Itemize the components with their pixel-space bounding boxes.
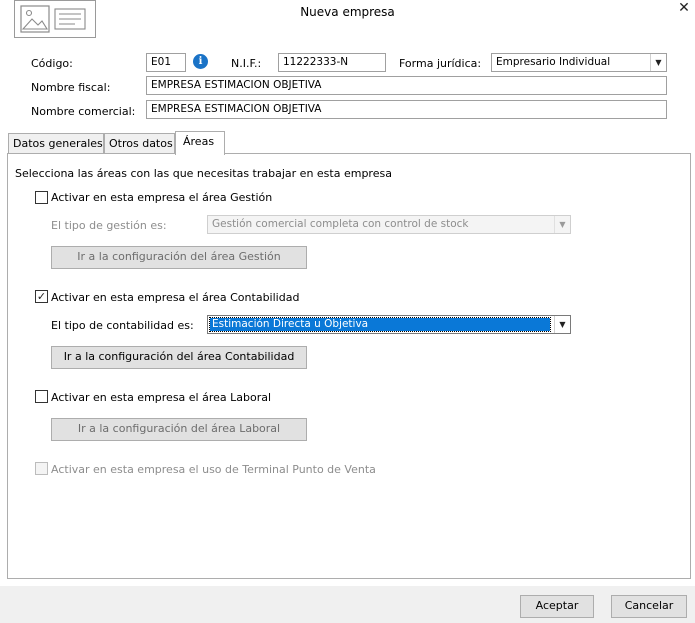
codigo-label: Código: [31,57,73,70]
tipo-contabilidad-select[interactable]: Estimación Directa u Objetiva ▼ [207,315,571,334]
laboral-checkbox-label[interactable]: Activar en esta empresa el área Laboral [51,391,271,404]
tipo-contabilidad-value: Estimación Directa u Objetiva [209,317,551,332]
laboral-checkbox[interactable] [35,390,48,403]
cancel-button[interactable]: Cancelar [611,595,687,618]
forma-juridica-value: Empresario Individual [496,56,611,68]
nombre-fiscal-field[interactable]: EMPRESA ESTIMACION OBJETIVA [146,76,667,95]
config-contabilidad-button[interactable]: Ir a la configuración del área Contabili… [51,346,307,369]
codigo-field[interactable]: E01 [146,53,186,72]
gestion-checkbox-label[interactable]: Activar en esta empresa el área Gestión [51,191,272,204]
nombre-fiscal-label: Nombre fiscal: [31,81,111,94]
tipo-gestion-label: El tipo de gestión es: [51,219,167,232]
chevron-down-icon[interactable]: ▼ [554,316,570,333]
nombre-comercial-field[interactable]: EMPRESA ESTIMACION OBJETIVA [146,100,667,119]
tpv-checkbox[interactable] [35,462,48,475]
tab-otros-datos[interactable]: Otros datos [104,133,175,154]
info-icon[interactable]: i [193,54,208,69]
forma-juridica-label: Forma jurídica: [399,57,482,70]
tab-areas[interactable]: Áreas [175,131,225,155]
tipo-contabilidad-label: El tipo de contabilidad es: [51,319,194,332]
accept-button[interactable]: Aceptar [520,595,594,618]
nombre-comercial-label: Nombre comercial: [31,105,136,118]
config-gestion-button[interactable]: Ir a la configuración del área Gestión [51,246,307,269]
window-title: Nueva empresa [300,5,395,19]
chevron-down-icon[interactable]: ▼ [650,54,666,71]
chevron-down-icon[interactable]: ▼ [554,216,570,233]
nif-field[interactable]: 11222333-N [278,53,386,72]
config-laboral-button[interactable]: Ir a la configuración del área Laboral [51,418,307,441]
nif-label: N.I.F.: [231,57,262,70]
areas-intro-text: Selecciona las áreas con las que necesit… [15,167,392,180]
tipo-gestion-value: Gestión comercial completa con control d… [212,218,469,230]
forma-juridica-select[interactable]: Empresario Individual ▼ [491,53,667,72]
gestion-checkbox[interactable] [35,191,48,204]
contabilidad-checkbox-label[interactable]: Activar en esta empresa el área Contabil… [51,291,299,304]
tipo-gestion-select[interactable]: Gestión comercial completa con control d… [207,215,571,234]
tpv-checkbox-label[interactable]: Activar en esta empresa el uso de Termin… [51,463,376,476]
tab-datos-generales[interactable]: Datos generales [8,133,104,154]
contabilidad-checkbox[interactable]: ✓ [35,290,48,303]
close-icon[interactable]: ✕ [674,0,694,18]
